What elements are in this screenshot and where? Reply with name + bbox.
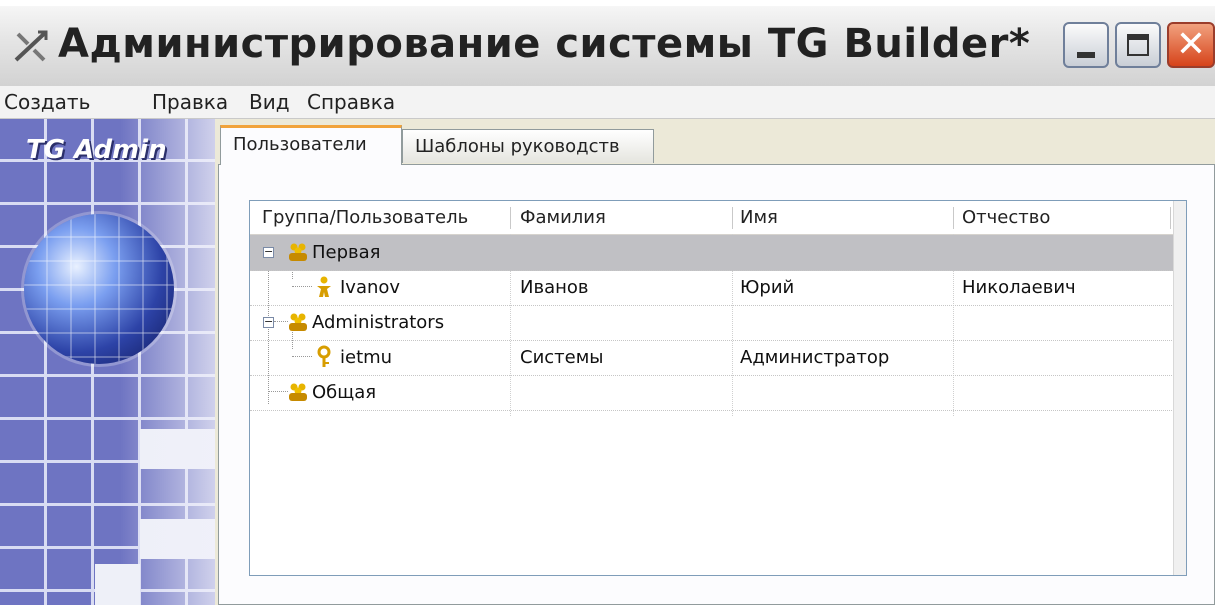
table-header: Группа/Пользователь Фамилия Имя Отчество xyxy=(250,201,1186,235)
sidebar-logo: TG Admin xyxy=(26,135,167,165)
row-name: Первая xyxy=(312,242,381,263)
main-content: Пользователи Шаблоны руководств Группа/П… xyxy=(218,119,1215,605)
tree-row-group[interactable]: Общая xyxy=(250,375,1174,411)
window-title: Администрирование системы TG Builder* xyxy=(58,21,1031,67)
row-name: ietmu xyxy=(340,347,393,368)
tab-panel: Группа/Пользователь Фамилия Имя Отчество xyxy=(218,164,1215,605)
app-icon xyxy=(14,30,48,62)
sidebar-banner: TG Admin xyxy=(0,119,215,605)
maximize-button[interactable] xyxy=(1115,22,1161,68)
group-icon xyxy=(289,243,307,261)
maximize-icon xyxy=(1127,34,1149,56)
menu-create[interactable]: Создать xyxy=(4,90,90,114)
row-name: Administrators xyxy=(312,312,445,333)
menu-view[interactable]: Вид xyxy=(249,90,290,114)
title-bar[interactable]: Администрирование системы TG Builder* ✕ xyxy=(0,6,1215,87)
row-first-name: Администратор xyxy=(740,347,890,368)
row-surname: Иванов xyxy=(520,277,589,298)
column-header-group-user[interactable]: Группа/Пользователь xyxy=(262,207,468,228)
key-icon xyxy=(317,345,331,367)
vertical-scrollbar[interactable] xyxy=(1173,201,1186,575)
close-button[interactable]: ✕ xyxy=(1167,22,1215,68)
collapse-icon[interactable]: − xyxy=(263,246,274,258)
row-name: Ivanov xyxy=(340,277,401,298)
tree-row-group[interactable]: − Administrators xyxy=(250,305,1174,341)
minimize-icon xyxy=(1077,52,1095,58)
app-window: Администрирование системы TG Builder* ✕ … xyxy=(0,6,1215,605)
row-patronymic: Николаевич xyxy=(962,277,1076,298)
tab-manual-templates[interactable]: Шаблоны руководств xyxy=(402,129,654,163)
column-header-surname[interactable]: Фамилия xyxy=(520,207,606,228)
menu-bar: Создать Правка Вид Справка xyxy=(0,86,1215,119)
user-icon xyxy=(317,276,331,297)
collapse-icon[interactable]: − xyxy=(263,316,274,328)
minimize-button[interactable] xyxy=(1063,22,1109,68)
column-header-first-name[interactable]: Имя xyxy=(740,207,778,228)
row-first-name: Юрий xyxy=(740,277,795,298)
users-tree-table[interactable]: Группа/Пользователь Фамилия Имя Отчество xyxy=(249,200,1187,576)
group-icon xyxy=(289,313,307,331)
row-surname: Системы xyxy=(520,347,604,368)
tree-row-group[interactable]: − Первая xyxy=(250,235,1174,271)
column-header-patronymic[interactable]: Отчество xyxy=(962,207,1050,228)
menu-help[interactable]: Справка xyxy=(307,90,395,114)
row-name: Общая xyxy=(312,382,377,403)
tab-users[interactable]: Пользователи xyxy=(220,125,402,165)
close-icon: ✕ xyxy=(1175,24,1207,65)
group-icon xyxy=(289,383,307,401)
menu-edit[interactable]: Правка xyxy=(152,90,228,114)
tree-row-user[interactable]: ietmu Системы Администратор xyxy=(250,340,1174,376)
tree-row-user[interactable]: Ivanov Иванов Юрий Николаевич xyxy=(250,270,1174,306)
